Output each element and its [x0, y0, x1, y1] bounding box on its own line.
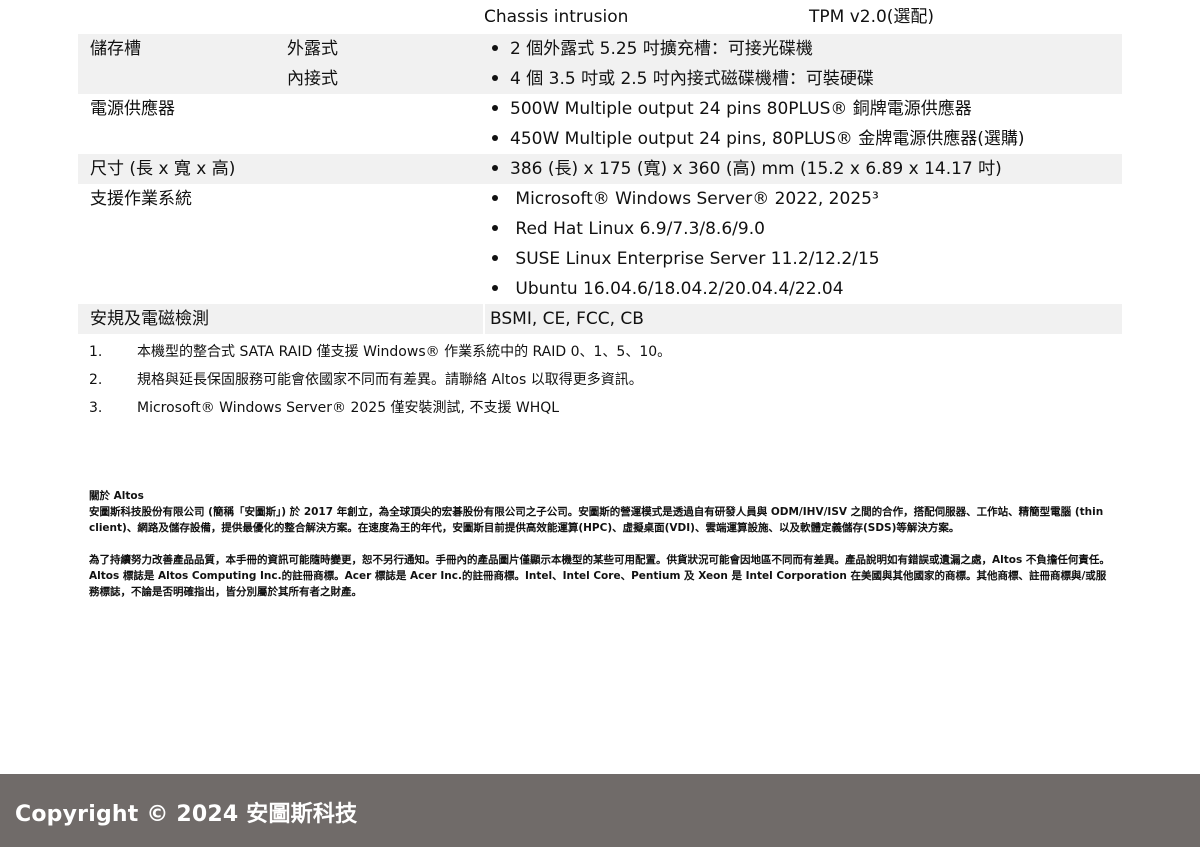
spec-item: SUSE Linux Enterprise Server 11.2/12.2/1… [484, 244, 1122, 274]
footnote: 1. 本機型的整合式 SATA RAID 僅支援 Windows® 作業系統中的 … [89, 344, 672, 360]
spec-label: 尺寸 (長 x 寬 x 高) [78, 154, 484, 184]
bullet-icon [492, 285, 498, 291]
spec-row-power: 電源供應器 500W Multiple output 24 pins 80PLU… [78, 94, 1122, 124]
bullet-icon [492, 165, 498, 171]
spec-item: Microsoft® Windows Server® 2022, 2025³ [484, 184, 1122, 214]
spec-item: 450W Multiple output 24 pins, 80PLUS® 金牌… [484, 124, 1122, 154]
spec-value: BSMI, CE, FCC, CB [483, 304, 1122, 334]
spec-item: Red Hat Linux 6.9/7.3/8.6/9.0 [484, 214, 1122, 244]
spec-row-dimensions: 尺寸 (長 x 寬 x 高) 386 (長) x 175 (寬) x 360 (… [78, 154, 1122, 184]
spec-row-os: 支援作業系統 Microsoft® Windows Server® 2022, … [78, 184, 1122, 214]
spec-row-os-2: Red Hat Linux 6.9/7.3/8.6/9.0 [78, 214, 1122, 244]
spec-row-monitoring: Chassis intrusion TPM v2.0(選配) [78, 0, 1122, 34]
about-heading: 關於 Altos [89, 490, 144, 502]
footer-bar: Copyright © 2024 安圖斯科技 [0, 774, 1200, 847]
spec-table: Chassis intrusion TPM v2.0(選配) 儲存槽 外露式 2 … [78, 0, 1122, 334]
bullet-icon [492, 75, 498, 81]
about-paragraph: 安圖斯科技股份有限公司 (簡稱「安圖斯」) 於 2017 年創立，為全球頂尖的宏… [89, 506, 1104, 534]
bullet-icon [492, 255, 498, 261]
footnote: 2. 規格與延長保固服務可能會依國家不同而有差異。請聯絡 Altos 以取得更多資… [89, 372, 643, 388]
spec-label: 儲存槽 [78, 34, 287, 64]
spec-row-power-2: 450W Multiple output 24 pins, 80PLUS® 金牌… [78, 124, 1122, 154]
spec-item: 4 個 3.5 吋或 2.5 吋內接式磁碟機槽：可裝硬碟 [484, 64, 1122, 94]
spec-item: TPM v2.0(選配) [809, 7, 935, 27]
copyright-text: Copyright © 2024 安圖斯科技 [15, 802, 358, 827]
bullet-icon [492, 225, 498, 231]
spec-sublabel: 外露式 [287, 39, 338, 59]
disclaimer-paragraph: 為了持續努力改善產品品質，本手冊的資訊可能隨時變更，恕不另行通知。手冊內的產品圖… [89, 554, 1110, 566]
bullet-icon [492, 105, 498, 111]
spec-row-storage: 儲存槽 外露式 2 個外露式 5.25 吋擴充槽：可接光碟機 [78, 34, 1122, 64]
about-section: 關於 Altos 安圖斯科技股份有限公司 (簡稱「安圖斯」) 於 2017 年創… [89, 488, 1111, 600]
spec-item: 500W Multiple output 24 pins 80PLUS® 銅牌電… [484, 94, 1122, 124]
bullet-icon [492, 45, 498, 51]
spec-row-os-4: Ubuntu 16.04.6/18.04.2/20.04.4/22.04 [78, 274, 1122, 304]
spec-row-compliance: 安規及電磁檢測 BSMI, CE, FCC, CB [78, 304, 1122, 334]
trademark-paragraph: Altos 標誌是 Altos Computing Inc.的註冊商標。Acer… [89, 570, 1107, 598]
bullet-icon [492, 195, 498, 201]
bullet-icon [492, 135, 498, 141]
footnotes: 1. 本機型的整合式 SATA RAID 僅支援 Windows® 作業系統中的 … [89, 340, 671, 424]
spec-label: 安規及電磁檢測 [78, 304, 484, 334]
spec-row-os-3: SUSE Linux Enterprise Server 11.2/12.2/1… [78, 244, 1122, 274]
spec-item: 2 個外露式 5.25 吋擴充槽：可接光碟機 [484, 34, 1122, 64]
spec-sublabel: 內接式 [287, 64, 484, 94]
spec-item: Ubuntu 16.04.6/18.04.2/20.04.4/22.04 [484, 274, 1122, 304]
spec-item: 386 (長) x 175 (寬) x 360 (高) mm (15.2 x 6… [484, 154, 1122, 184]
spec-row-storage-internal: 內接式 4 個 3.5 吋或 2.5 吋內接式磁碟機槽：可裝硬碟 [78, 64, 1122, 94]
spec-item: Chassis intrusion [484, 7, 629, 27]
spec-label: 電源供應器 [90, 99, 175, 119]
footnote: 3. Microsoft® Windows Server® 2025 僅安裝測試,… [89, 400, 560, 416]
spec-label: 支援作業系統 [90, 189, 192, 209]
